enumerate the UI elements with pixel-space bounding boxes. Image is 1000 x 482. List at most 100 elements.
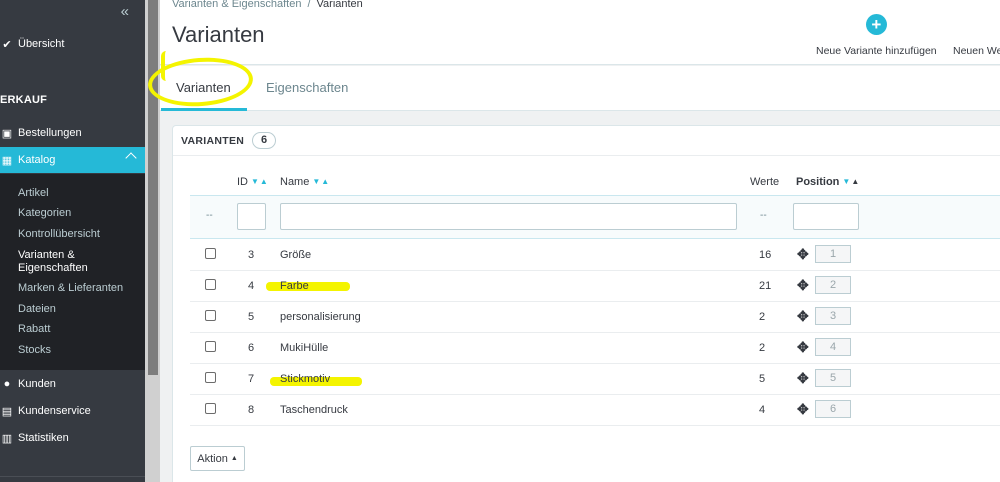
store-icon: ▦ <box>1 154 13 167</box>
breadcrumb-current: Varianten <box>316 0 363 10</box>
sort-arrows-icon[interactable]: ▼ ▲ <box>842 178 859 186</box>
sidebar-item-catalog[interactable]: ▦ Katalog <box>0 147 145 173</box>
row-checkbox[interactable] <box>205 310 216 321</box>
submenu-item-brands[interactable]: Marken & Lieferanten <box>18 282 123 295</box>
cell-name: Farbe <box>280 280 309 292</box>
cell-name: MukiHülle <box>280 342 329 354</box>
caret-up-icon: ▲ <box>230 455 238 462</box>
sort-arrows-icon[interactable]: ▼ ▲ <box>312 178 329 186</box>
breadcrumb-separator: / <box>307 0 311 10</box>
drag-handle-icon[interactable]: ✥ <box>797 308 809 325</box>
cell-name: personalisierung <box>280 311 361 323</box>
drag-handle-icon[interactable]: ✥ <box>797 370 809 387</box>
cell-values: 2 <box>759 342 766 354</box>
cell-values: 2 <box>759 311 766 323</box>
cell-id: 6 <box>248 342 255 354</box>
collapse-sidebar-icon[interactable]: « <box>121 3 129 20</box>
position-box: 1 <box>815 245 851 263</box>
cell-values: 5 <box>759 373 766 385</box>
filter-name-input[interactable] <box>280 203 737 230</box>
drag-handle-icon[interactable]: ✥ <box>797 277 809 294</box>
submenu-item-monitoring[interactable]: Kontrollübersicht <box>18 228 100 241</box>
chevron-up-icon <box>125 152 137 164</box>
cell-name: Stickmotiv <box>280 373 331 385</box>
submenu-item-files[interactable]: Dateien <box>18 303 56 316</box>
row-checkbox[interactable] <box>205 341 216 352</box>
col-header-values: Werte <box>750 176 780 188</box>
sidebar: « ✔ Übersicht ERKAUF ▣ Bestellungen ▦ Ka… <box>0 0 145 482</box>
submenu-item-products[interactable]: Artikel <box>18 187 49 200</box>
submenu-item-discounts[interactable]: Rabatt <box>18 323 50 336</box>
row-checkbox[interactable] <box>205 248 216 259</box>
bulk-action-button[interactable]: Aktion ▲ <box>190 446 245 471</box>
row-checkbox[interactable] <box>205 403 216 414</box>
sort-arrows-icon[interactable]: ▼ ▲ <box>251 178 268 186</box>
cell-name: Größe <box>280 249 312 261</box>
filter-placeholder: -- <box>760 210 767 221</box>
position-box: 4 <box>815 338 851 356</box>
table-row[interactable]: 7 Stickmotiv 5 ✥ 5 <box>190 364 1000 395</box>
cell-id: 8 <box>248 404 255 416</box>
sidebar-item-overview[interactable]: ✔ Übersicht <box>0 31 145 57</box>
panel-title: VARIANTEN <box>181 134 245 147</box>
submenu-item-attributes-line2[interactable]: Eigenschaften <box>18 262 88 275</box>
row-checkbox[interactable] <box>205 279 216 290</box>
cell-values: 16 <box>759 249 772 261</box>
table-row[interactable]: 3 Größe 16 ✥ 1 <box>190 240 1000 271</box>
highlight-stroke-annotation <box>161 51 171 81</box>
plus-circle-icon: + <box>865 14 887 35</box>
col-header-position[interactable]: Position ▼ ▲ <box>796 176 859 188</box>
sidebar-item-customers[interactable]: ● Kunden <box>0 371 145 397</box>
position-box: 3 <box>815 307 851 325</box>
cell-name: Taschendruck <box>280 404 348 416</box>
cell-values: 21 <box>759 280 772 292</box>
position-box: 6 <box>815 400 851 418</box>
table-row[interactable]: 6 MukiHülle 2 ✥ 4 <box>190 333 1000 364</box>
panel-header: VARIANTEN 6 <box>173 126 1000 156</box>
table-row[interactable]: 4 Farbe 21 ✥ 2 <box>190 271 1000 302</box>
drag-handle-icon[interactable]: ✥ <box>797 401 809 418</box>
bar-chart-icon: ▥ <box>1 432 13 445</box>
cell-id: 4 <box>248 280 255 292</box>
filter-id-input[interactable] <box>237 203 266 230</box>
sidebar-section-sell: ERKAUF <box>0 94 48 106</box>
position-box: 2 <box>815 276 851 294</box>
count-badge: 6 <box>252 132 277 149</box>
sidebar-scrollbar-thumb[interactable] <box>148 0 158 375</box>
breadcrumb: Varianten & Eigenschaften / Varianten <box>172 0 363 10</box>
add-value-button[interactable]: ◖ Neuen We <box>953 14 1000 57</box>
page-title: Varianten <box>172 22 265 47</box>
submenu-item-stocks[interactable]: Stocks <box>18 344 51 357</box>
active-tab-indicator <box>161 108 247 111</box>
shopping-basket-icon: ▣ <box>1 127 13 140</box>
page-header: Varianten & Eigenschaften / Varianten Vari… <box>160 0 1000 65</box>
drag-handle-icon[interactable]: ✥ <box>797 246 809 263</box>
user-circle-icon: ● <box>3 378 11 390</box>
sidebar-item-orders[interactable]: ▣ Bestellungen <box>0 120 145 146</box>
cell-values: 4 <box>759 404 766 416</box>
sidebar-item-customer-service[interactable]: ▤ Kundenservice <box>0 398 145 424</box>
table-row[interactable]: 5 personalisierung 2 ✥ 3 <box>190 302 1000 333</box>
table-row[interactable]: 8 Taschendruck 4 ✥ 6 <box>190 395 1000 426</box>
cell-id: 3 <box>248 249 255 261</box>
sidebar-item-stats[interactable]: ▥ Statistiken <box>0 425 145 451</box>
drag-handle-icon[interactable]: ✥ <box>797 339 809 356</box>
chat-icon: ▤ <box>1 405 13 418</box>
breadcrumb-parent[interactable]: Varianten & Eigenschaften <box>172 0 301 10</box>
filter-position-input[interactable] <box>793 203 859 230</box>
col-header-id[interactable]: ID ▼ ▲ <box>237 176 268 188</box>
position-box: 5 <box>815 369 851 387</box>
tab-bar: Varianten Eigenschaften <box>160 66 1000 111</box>
cell-id: 7 <box>248 373 255 385</box>
filter-row: -- -- <box>190 195 1000 239</box>
row-checkbox[interactable] <box>205 372 216 383</box>
filter-placeholder: -- <box>206 210 213 221</box>
submenu-item-categories[interactable]: Kategorien <box>18 207 71 220</box>
tab-features[interactable]: Eigenschaften <box>266 80 348 95</box>
add-variant-button[interactable]: + Neue Variante hinzufügen <box>816 14 937 57</box>
sidebar-divider <box>0 476 145 477</box>
col-header-name[interactable]: Name ▼ ▲ <box>280 176 329 188</box>
cell-id: 5 <box>248 311 255 323</box>
trend-icon: ✔ <box>2 38 12 51</box>
submenu-item-attributes-line1[interactable]: Varianten & <box>18 249 75 262</box>
